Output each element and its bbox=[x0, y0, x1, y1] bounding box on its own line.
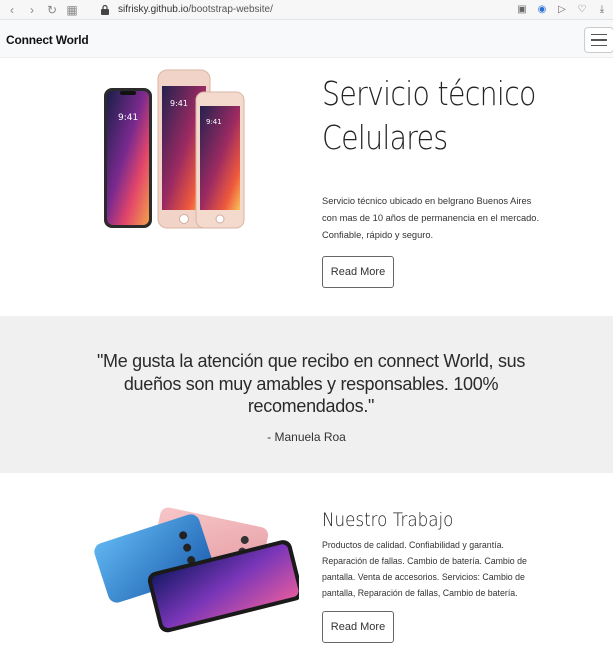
testimonial-author: - Manuela Roa bbox=[267, 430, 346, 444]
brand-logo[interactable]: Connect World bbox=[6, 33, 89, 47]
url-domain: sifrisky.github.io bbox=[118, 4, 189, 15]
heart-icon[interactable]: ♡ bbox=[575, 2, 589, 16]
url-path: /bootstrap-website/ bbox=[188, 4, 273, 15]
hero-description: Servicio técnico ubicado en belgrano Bue… bbox=[322, 196, 540, 240]
browser-toolbar: ‹ › ↻ ▦ sifrisky.github.io/bootstrap-web… bbox=[0, 0, 613, 20]
testimonial-quote: "Me gusta la atención que recibo en conn… bbox=[96, 351, 526, 416]
reload-icon[interactable]: ↻ bbox=[44, 2, 60, 18]
grid-icon[interactable]: ▦ bbox=[64, 2, 80, 18]
hero-title-line-1: Servicio técnico bbox=[322, 74, 536, 113]
hamburger-icon bbox=[591, 39, 607, 41]
hero-title: Servicio técnico Celulares bbox=[322, 72, 554, 160]
svg-text:9:41: 9:41 bbox=[170, 99, 188, 108]
send-icon[interactable]: ▷ bbox=[555, 2, 569, 16]
back-icon[interactable]: ‹ bbox=[4, 2, 20, 18]
browser-actions: ▣ ◉ ▷ ♡ ⤓ bbox=[515, 2, 609, 16]
svg-text:9:41: 9:41 bbox=[118, 113, 138, 123]
lock-icon bbox=[100, 4, 110, 16]
shield-icon[interactable]: ◉ bbox=[535, 2, 549, 16]
hamburger-icon bbox=[591, 33, 607, 36]
site-navbar: Connect World bbox=[0, 20, 613, 58]
read-more-button[interactable]: Read More bbox=[322, 256, 394, 288]
download-icon[interactable]: ⤓ bbox=[595, 2, 609, 16]
menu-toggle-button[interactable] bbox=[584, 27, 613, 53]
hero-title-line-2: Celulares bbox=[322, 118, 448, 157]
work-title: Nuestro Trabajo bbox=[322, 509, 454, 531]
samsung-phones-image bbox=[94, 507, 299, 633]
work-description: Productos de calidad. Confiabilidad y ga… bbox=[322, 540, 527, 598]
address-bar[interactable]: sifrisky.github.io/bootstrap-website/ bbox=[118, 4, 273, 15]
svg-text:9:41: 9:41 bbox=[206, 118, 222, 126]
read-more-button[interactable]: Read More bbox=[322, 611, 394, 643]
testimonial-section: "Me gusta la atención que recibo en conn… bbox=[0, 316, 613, 473]
hamburger-icon bbox=[591, 44, 607, 47]
forward-icon[interactable]: › bbox=[24, 2, 40, 18]
iphones-image: 9:41 9:41 9:41 bbox=[104, 69, 245, 229]
camera-icon[interactable]: ▣ bbox=[515, 2, 529, 16]
